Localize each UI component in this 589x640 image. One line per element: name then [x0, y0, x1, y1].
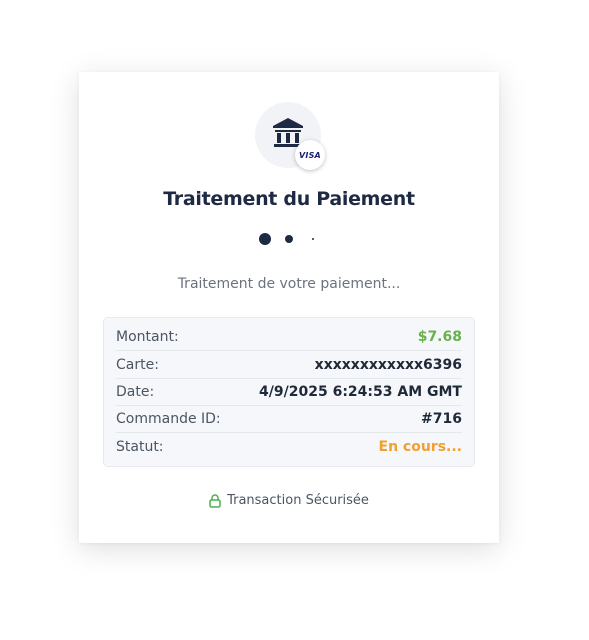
- secure-text: Transaction Sécurisée: [227, 493, 369, 508]
- page-title: Traitement du Paiement: [163, 188, 415, 210]
- status-message: Traitement de votre paiement...: [177, 276, 401, 292]
- visa-logo-text: VISA: [299, 150, 321, 160]
- detail-row-order-id: Commande ID: #716: [116, 405, 462, 433]
- payment-card: VISA Traitement du Paiement Traitement d…: [79, 72, 499, 543]
- lock-icon: [209, 493, 221, 508]
- detail-row-date: Date: 4/9/2025 6:24:53 AM GMT: [116, 378, 462, 406]
- detail-label: Statut:: [116, 438, 164, 455]
- card-number-value: xxxxxxxxxxxx6396: [314, 356, 462, 373]
- date-value: 4/9/2025 6:24:53 AM GMT: [259, 383, 462, 400]
- secure-transaction: Transaction Sécurisée: [79, 493, 499, 508]
- amount-value: $7.68: [417, 328, 462, 345]
- order-id-value: #716: [421, 410, 462, 427]
- detail-label: Carte:: [116, 356, 159, 373]
- detail-row-status: Statut: En cours...: [116, 433, 462, 460]
- detail-label: Commande ID:: [116, 410, 221, 427]
- visa-badge: VISA: [295, 140, 325, 170]
- detail-row-card: Carte: xxxxxxxxxxxx6396: [116, 351, 462, 379]
- loading-dot: [312, 238, 314, 240]
- detail-row-amount: Montant: $7.68: [116, 323, 462, 351]
- detail-label: Date:: [116, 383, 155, 400]
- status-badge: En cours...: [378, 438, 462, 455]
- loading-dot: [259, 233, 271, 245]
- payment-details: Montant: $7.68 Carte: xxxxxxxxxxxx6396 D…: [103, 317, 475, 467]
- loading-dot: [285, 235, 293, 243]
- detail-label: Montant:: [116, 328, 179, 345]
